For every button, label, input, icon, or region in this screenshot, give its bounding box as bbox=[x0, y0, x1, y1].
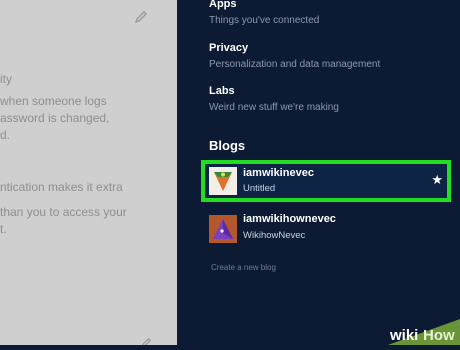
account-menu-panel: Apps Things you've connected Privacy Per… bbox=[177, 0, 460, 345]
blog-avatar-icon bbox=[209, 167, 237, 195]
menu-item-labs-subtitle: Weird new stuff we're making bbox=[209, 102, 339, 113]
watermark-text-b: How bbox=[423, 327, 455, 344]
settings-text-line: t. bbox=[0, 222, 7, 236]
watermark-text-a: wiki bbox=[389, 327, 418, 344]
edit-pencil-icon[interactable] bbox=[134, 10, 148, 29]
settings-text-line: ntication makes it extra bbox=[0, 180, 123, 194]
blog-name: iamwikinevec bbox=[243, 167, 314, 179]
menu-item-apps[interactable]: Apps bbox=[209, 0, 237, 10]
settings-text-line: when someone logs bbox=[0, 94, 107, 108]
blog-subtitle: WikihowNevec bbox=[243, 230, 306, 241]
blog-name: iamwikihownevec bbox=[243, 213, 336, 225]
settings-text-line: than you to access your bbox=[0, 205, 127, 219]
primary-blog-star-icon: ★ bbox=[431, 172, 443, 187]
settings-text-line: ity bbox=[0, 72, 12, 86]
menu-item-privacy-subtitle: Personalization and data management bbox=[209, 59, 381, 70]
blogs-heading: Blogs bbox=[209, 138, 246, 153]
account-settings-panel: ity when someone logs assword is changed… bbox=[0, 0, 177, 345]
menu-item-apps-subtitle: Things you've connected bbox=[209, 15, 320, 26]
settings-text-line: assword is changed, bbox=[0, 111, 110, 125]
menu-item-privacy[interactable]: Privacy bbox=[209, 42, 248, 54]
blog-item-iamwikinevec[interactable]: iamwikinevec Untitled ★ bbox=[201, 160, 451, 202]
blog-subtitle: Untitled bbox=[243, 183, 276, 194]
create-new-blog-link[interactable]: Create a new blog bbox=[211, 263, 276, 272]
menu-item-labs[interactable]: Labs bbox=[209, 85, 235, 97]
blog-avatar-icon bbox=[209, 215, 237, 243]
settings-text-line: d. bbox=[0, 128, 11, 142]
edit-pencil-icon[interactable] bbox=[140, 336, 152, 345]
blog-item-iamwikihownevec[interactable]: iamwikihownevec WikihowNevec bbox=[203, 212, 451, 250]
wikihow-watermark: wiki How bbox=[360, 315, 460, 345]
